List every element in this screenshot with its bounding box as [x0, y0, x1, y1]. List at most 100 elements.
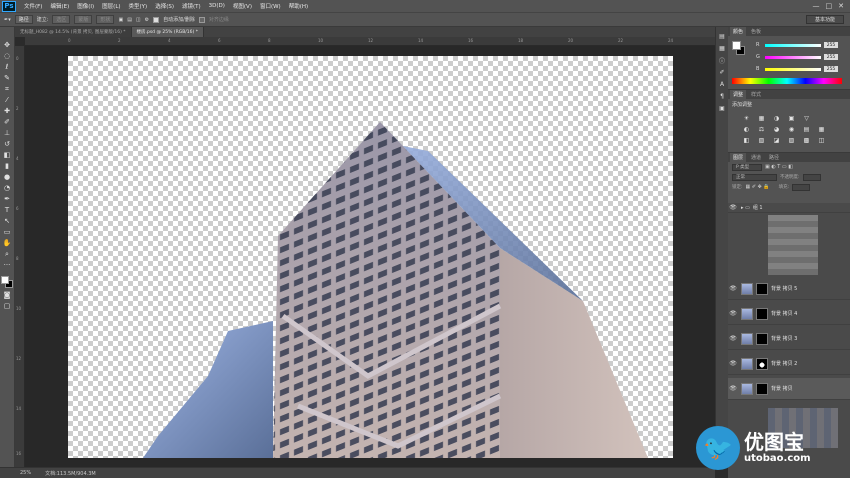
eyedropper-tool-icon[interactable]: ⁄ — [3, 96, 12, 104]
menu-file[interactable]: 文件(F) — [20, 2, 46, 10]
threshold-icon[interactable]: ◪ — [772, 136, 781, 144]
layer-mask-thumbnail[interactable] — [756, 332, 768, 345]
tab-color[interactable]: 颜色 — [730, 27, 747, 36]
tab-channels[interactable]: 通道 — [748, 153, 764, 162]
swatches-icon[interactable]: ▣ — [718, 105, 726, 112]
layer-name[interactable]: 背景 拷贝 3 — [771, 335, 797, 342]
eye-icon[interactable]: 👁 — [728, 204, 738, 211]
doc-size[interactable]: 文档:113.5M/904.3M — [45, 470, 96, 477]
channel-g-row[interactable]: G 255 — [756, 53, 846, 61]
channel-slider[interactable] — [765, 55, 821, 59]
healing-tool-icon[interactable]: ✚ — [3, 107, 12, 115]
stamp-tool-icon[interactable]: ⊥ — [3, 129, 12, 137]
tab-document-1[interactable]: 无标题_H082 @ 14.5% (背景 拷贝, 图层蒙版/16) * — [15, 27, 132, 37]
exposure-icon[interactable]: ▣ — [787, 114, 796, 122]
color-lookup-icon[interactable]: ▦ — [817, 125, 826, 133]
opacity-input[interactable] — [802, 173, 821, 181]
layer-group[interactable]: 👁 ▸ ▭ 组 1 — [728, 203, 850, 213]
history-brush-icon[interactable]: ↺ — [3, 140, 12, 148]
layer-name[interactable]: 背景 拷贝 4 — [771, 310, 797, 317]
channel-b-row[interactable]: B 255 — [756, 65, 846, 73]
menu-image[interactable]: 图像(I) — [73, 2, 98, 10]
type-tool-icon[interactable]: T — [3, 206, 12, 214]
layer-mask-thumbnail[interactable] — [756, 357, 768, 370]
horizontal-ruler[interactable]: 0 2 4 6 8 10 12 14 16 18 20 22 24 — [25, 37, 715, 46]
brightness-icon[interactable]: ☀ — [742, 114, 751, 122]
info-icon[interactable]: ⓘ — [718, 57, 726, 65]
channel-value[interactable]: 255 — [824, 66, 838, 72]
hand-tool-icon[interactable]: ✋ — [3, 239, 12, 247]
paragraph-icon[interactable]: ¶ — [718, 93, 726, 100]
levels-icon[interactable]: ▦ — [757, 114, 766, 122]
channel-slider[interactable] — [765, 43, 821, 47]
eye-icon[interactable]: 👁 — [728, 335, 738, 342]
color-spectrum[interactable] — [732, 78, 842, 84]
hue-saturation-icon[interactable]: ◐ — [742, 125, 751, 133]
selective-color-icon[interactable]: ▩ — [802, 136, 811, 144]
make-selection-button[interactable]: 选区 — [52, 15, 71, 24]
tab-swatches[interactable]: 色板 — [748, 27, 764, 36]
gradient-map-icon[interactable]: ▨ — [787, 136, 796, 144]
path-arrange-icon[interactable]: ◫ — [136, 17, 141, 23]
menu-filter[interactable]: 滤镜(T) — [178, 2, 205, 10]
posterize-icon[interactable]: ▧ — [757, 136, 766, 144]
channel-mixer-icon[interactable]: ▤ — [802, 125, 811, 133]
layer-row[interactable]: 👁 背景 拷贝 4 — [728, 303, 850, 325]
path-select-tool-icon[interactable]: ↖ — [3, 217, 12, 225]
minimize-icon[interactable]: — — [813, 2, 820, 10]
path-operations-icon[interactable]: ▣ — [118, 17, 123, 23]
channel-slider[interactable] — [765, 67, 821, 71]
tab-paths[interactable]: 路径 — [766, 153, 782, 162]
make-shape-button[interactable]: 形状 — [96, 15, 115, 24]
invert-icon[interactable]: ◧ — [742, 136, 751, 144]
quick-select-tool-icon[interactable]: ✎ — [3, 74, 12, 82]
menu-view[interactable]: 视图(V) — [229, 2, 256, 10]
layer-name[interactable]: 背景 拷贝 — [771, 385, 793, 392]
quick-mask-icon[interactable]: ◙ — [3, 291, 12, 299]
shadows-icon[interactable]: ◫ — [817, 136, 826, 144]
brush-tool-icon[interactable]: ✐ — [3, 118, 12, 126]
crop-tool-icon[interactable]: ⌗ — [3, 85, 12, 93]
blur-tool-icon[interactable]: ● — [3, 173, 12, 181]
more-tools-icon[interactable]: ··· — [3, 261, 12, 269]
tab-document-2[interactable]: 楼房.psd @ 25% (RGB/16) * — [131, 27, 204, 37]
layer-name[interactable]: 背景 拷贝 2 — [771, 360, 797, 367]
eye-icon[interactable]: 👁 — [728, 285, 738, 292]
layer-mask-thumbnail[interactable] — [756, 282, 768, 295]
foreground-color[interactable] — [1, 276, 9, 284]
layer-kind-filter[interactable]: P 类型 — [732, 163, 762, 171]
layer-row[interactable]: 👁 背景 拷贝 — [728, 378, 850, 400]
foreground-color[interactable] — [732, 41, 741, 50]
dodge-tool-icon[interactable]: ◔ — [3, 184, 12, 192]
pen-tool-icon[interactable]: ✒ — [3, 195, 12, 203]
channel-value[interactable]: 255 — [824, 54, 838, 60]
marquee-tool-icon[interactable]: ◌ — [3, 52, 12, 60]
workspace-select[interactable]: 基本功能 — [805, 15, 844, 24]
layer-name[interactable]: 背景 拷贝 5 — [771, 285, 797, 292]
menu-select[interactable]: 选择(S) — [151, 2, 178, 10]
color-swatches[interactable] — [1, 276, 13, 288]
shape-tool-icon[interactable]: ▭ — [3, 228, 12, 236]
vertical-ruler[interactable]: 0 2 4 6 8 10 12 14 16 — [15, 46, 25, 467]
gradient-tool-icon[interactable]: ▮ — [3, 162, 12, 170]
screen-mode-icon[interactable]: ▢ — [3, 302, 12, 310]
align-edges-checkbox[interactable] — [198, 16, 205, 23]
gear-icon[interactable]: ⚙ — [145, 17, 149, 23]
tab-styles[interactable]: 样式 — [748, 90, 764, 99]
eye-icon[interactable]: 👁 — [728, 385, 738, 392]
vibrance-icon[interactable]: ▽ — [802, 114, 811, 122]
path-alignment-icon[interactable]: ▤ — [127, 17, 132, 23]
pen-tool-icon[interactable]: ✒▾ — [4, 17, 11, 23]
lock-icons[interactable]: ▦ ✐ ✥ 🔒 — [746, 184, 770, 190]
menu-help[interactable]: 帮助(H) — [285, 2, 312, 10]
brush-presets-icon[interactable]: ✐ — [718, 69, 726, 76]
menu-3d[interactable]: 3D(D) — [205, 3, 229, 9]
tab-layers[interactable]: 图层 — [730, 153, 747, 162]
move-tool-icon[interactable]: ✥ — [3, 41, 12, 49]
channel-value[interactable]: 255 — [824, 42, 838, 48]
menu-window[interactable]: 窗口(W) — [256, 2, 285, 10]
black-white-icon[interactable]: ◕ — [772, 125, 781, 133]
layer-row[interactable]: 👁 背景 拷贝 5 — [728, 278, 850, 300]
canvas-area[interactable] — [25, 46, 715, 467]
close-icon[interactable]: ✕ — [838, 2, 844, 10]
